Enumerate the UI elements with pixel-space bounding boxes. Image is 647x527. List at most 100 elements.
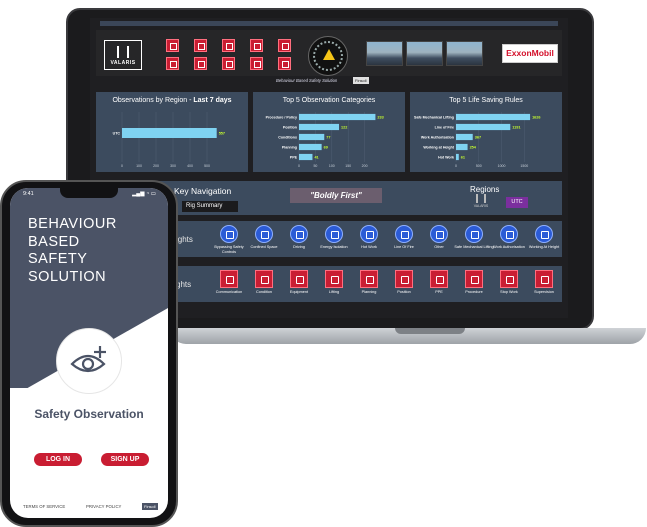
brand-logo: ExxonMobil (502, 44, 558, 63)
row-label: ghts (176, 280, 192, 289)
phone-notch (60, 188, 118, 198)
top-bar (100, 21, 558, 26)
category-label: Safe Mechanical Lifting (414, 115, 454, 119)
bypass-icon (220, 225, 238, 243)
data-label: 557 (219, 131, 225, 135)
region-utc-button[interactable]: UTC (506, 197, 528, 208)
category-label: Position (283, 125, 297, 129)
x-tick-label: 150 (345, 164, 351, 168)
stop-icon[interactable] (194, 57, 207, 70)
hazard-icon[interactable] (194, 39, 207, 52)
nav-item-label: Supervision (534, 290, 554, 294)
rig-photo-3 (446, 41, 483, 66)
procedure-icon[interactable] (222, 57, 235, 70)
chat-icon (220, 270, 238, 288)
tools-icon[interactable] (222, 39, 235, 52)
x-tick-label: 300 (170, 164, 176, 168)
supervision-icon[interactable] (278, 57, 291, 70)
status-time: 9:41 (23, 191, 34, 197)
position-icon (395, 270, 413, 288)
calendar-icon (360, 270, 378, 288)
logo-mark-icon (117, 46, 129, 58)
category-label: Work Authorisation (421, 135, 454, 139)
data-label: 69 (324, 145, 328, 149)
rig-summary-button[interactable]: Rig Summary (182, 201, 238, 212)
x-tick-label: 200 (362, 164, 368, 168)
x-tick-label: 0 (121, 164, 123, 168)
motto-banner: "Boldly First" (290, 188, 382, 203)
signal-battery-icon: ▂▄▆ ◔ ▭ (132, 191, 156, 197)
region-logo-mark-icon (476, 194, 486, 203)
bar (299, 143, 322, 151)
x-tick-label: 1000 (498, 164, 506, 168)
helmet-icon (430, 270, 448, 288)
bar (299, 133, 325, 141)
dashboard-header: VALARIS ExxonMobil (96, 30, 562, 76)
rig-photo-2 (406, 41, 443, 66)
footer-badge: Finsoll (142, 503, 158, 510)
signup-button[interactable]: SIGN UP (101, 453, 149, 466)
x-tick-label: 100 (136, 164, 142, 168)
x-tick-label: 400 (187, 164, 193, 168)
laptop-hinge (395, 328, 465, 334)
bar (456, 143, 468, 151)
subtitle-badge: Finsoll (353, 77, 369, 84)
dashboard-subtitle: Behaviour Based Safety Solution (276, 78, 338, 83)
data-label: 122 (341, 125, 347, 129)
height-icon (535, 225, 553, 243)
safety-dial-icon[interactable] (308, 36, 348, 76)
data-label: 1626 (532, 115, 540, 119)
category-label: Procedure / Policy (266, 115, 297, 119)
category-label: Line of Fire (435, 125, 454, 129)
energy-icon (325, 225, 343, 243)
data-label: 1191 (512, 125, 520, 129)
region-logo-text: VALARIS (473, 204, 489, 208)
category-label: Conditions (278, 135, 297, 139)
warning-triangle-icon (323, 49, 335, 60)
chart-panel-life-saving-rules[interactable]: Top 5 Life Saving Rules 0 500 1000 1500 Safe… (410, 92, 562, 172)
supervision-icon (535, 270, 553, 288)
clipboard-icon (500, 225, 518, 243)
flame-icon (360, 225, 378, 243)
category-label: Working at Height (423, 145, 454, 149)
row-label: ights (176, 235, 193, 244)
bar (299, 113, 376, 121)
data-label: 77 (326, 135, 330, 139)
x-tick-label: 500 (204, 164, 210, 168)
data-label: 233 (377, 115, 383, 119)
x-tick-label: 0 (298, 164, 300, 168)
condition-icon (255, 270, 273, 288)
ppe-icon[interactable] (166, 57, 179, 70)
login-button[interactable]: LOG IN (34, 453, 82, 466)
warning-icon[interactable] (166, 39, 179, 52)
x-tick-label: 50 (313, 164, 317, 168)
key-navigation-title: Key Navigation (174, 186, 232, 196)
terms-link[interactable]: TERMS OF SERVICE (23, 504, 65, 509)
bar (456, 133, 473, 141)
region-logo[interactable]: VALARIS (472, 194, 490, 209)
bar (456, 153, 459, 161)
category-label: Hot Work (438, 155, 454, 159)
category-label: PPE (290, 155, 298, 159)
x-tick-label: 100 (329, 164, 335, 168)
planning-icon[interactable] (278, 39, 291, 52)
phone-screen: 9:41 ▂▄▆ ◔ ▭ BEHAVIOUR BASED SAFETY SOLU… (10, 188, 168, 518)
document-icon (465, 270, 483, 288)
eye-plus-icon (70, 346, 106, 373)
chart-panel-region[interactable]: Observations by Region - Last 7 days 0 10… (96, 92, 248, 172)
car-icon (290, 225, 308, 243)
logo-text: VALARIS (110, 60, 136, 66)
lifting-icon[interactable] (250, 39, 263, 52)
privacy-link[interactable]: PRIVACY POLICY (86, 504, 121, 509)
alert-icon[interactable] (250, 57, 263, 70)
bar (456, 123, 511, 131)
screen-title: Safety Observation (34, 407, 144, 421)
x-tick-label: 0 (455, 164, 457, 168)
data-label: 41 (314, 155, 318, 159)
chart-panel-categories[interactable]: Top 5 Observation Categories 0 50 100 150 20… (253, 92, 405, 172)
lifting-icon (325, 270, 343, 288)
stop-icon (500, 270, 518, 288)
regions-title: Regions (470, 185, 500, 194)
valaris-logo: VALARIS (104, 40, 142, 70)
app-title: BEHAVIOUR BASED SAFETY SOLUTION (28, 216, 117, 285)
